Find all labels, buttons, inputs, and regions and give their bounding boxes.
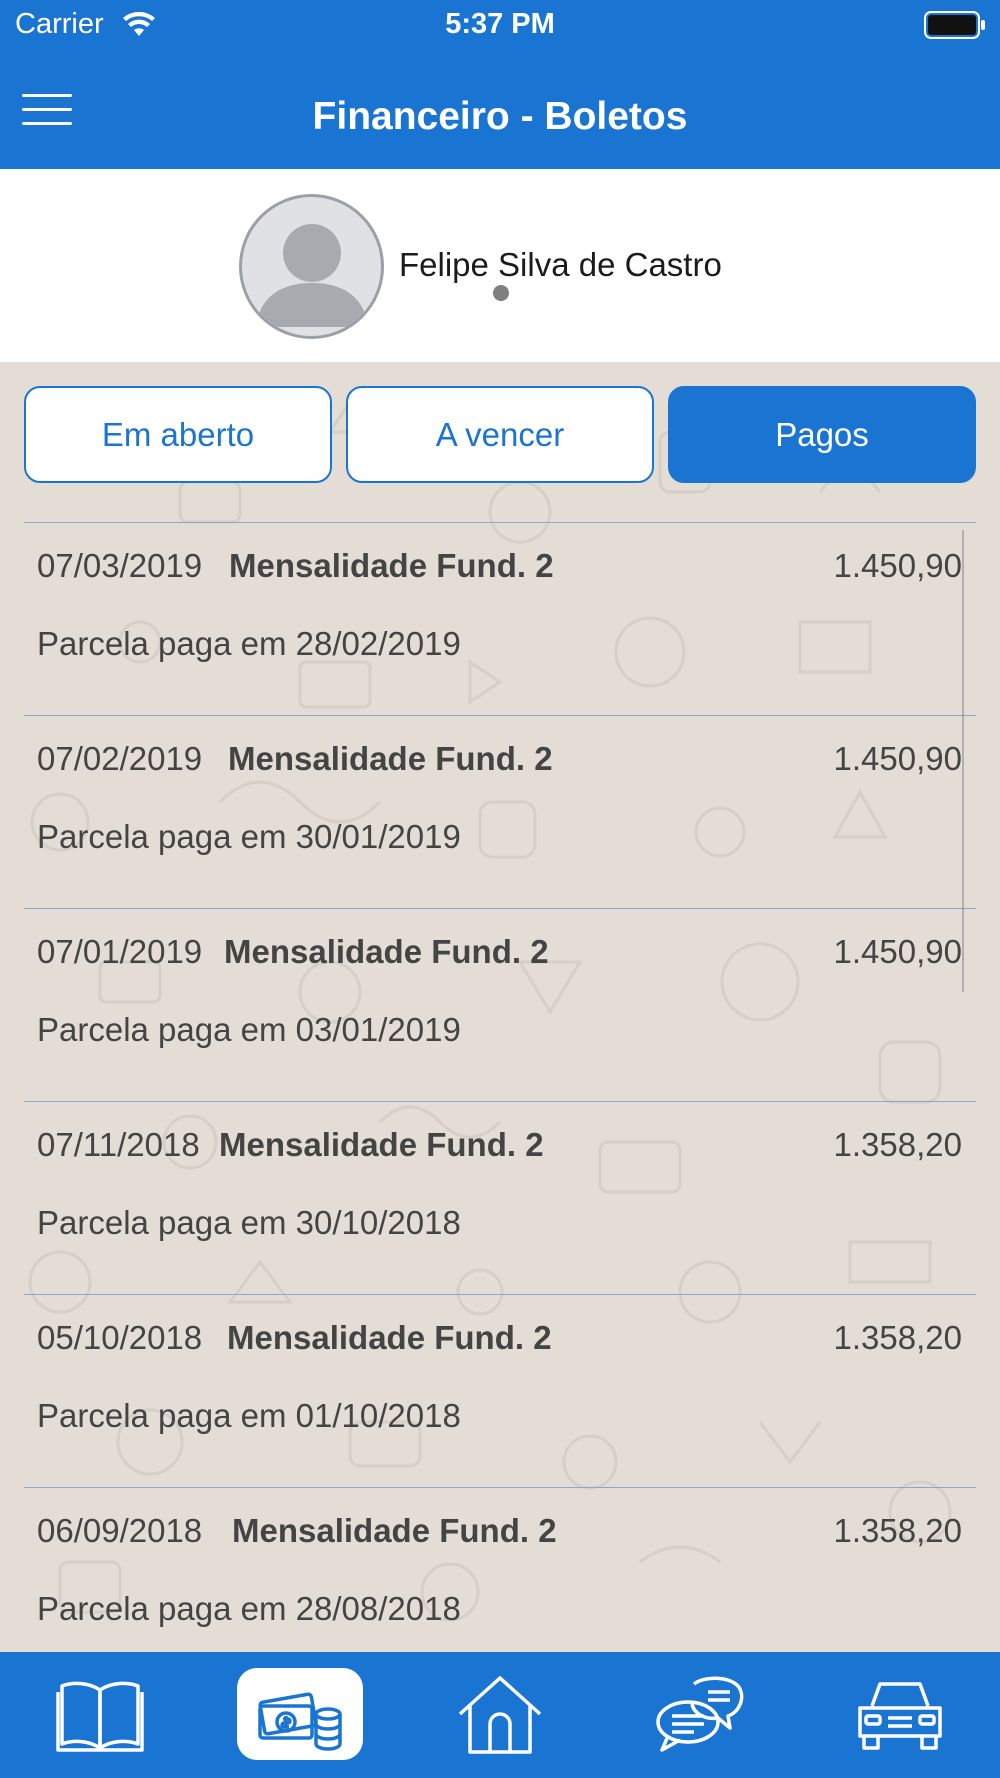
list-item[interactable]: 05/10/2018 Mensalidade Fund. 2 1.358,20 … [24, 1294, 976, 1487]
car-icon [858, 1682, 942, 1750]
item-date: 07/02/2019 [37, 740, 203, 777]
home-icon [458, 1676, 542, 1754]
item-status: Parcela paga em 01/10/2018 [37, 1397, 461, 1434]
item-description: Mensalidade Fund. 2 [229, 547, 554, 584]
item-status: Parcela paga em 30/01/2019 [37, 818, 461, 855]
boletos-list: 07/03/2019 Mensalidade Fund. 2 1.450,90 … [24, 522, 976, 1680]
item-date: 07/11/2018 [37, 1126, 200, 1163]
item-value: 1.450,90 [833, 740, 962, 777]
item-status: Parcela paga em 28/08/2018 [37, 1590, 461, 1627]
user-placeholder-icon [256, 224, 368, 327]
book-icon [56, 1681, 144, 1752]
item-description: Mensalidade Fund. 2 [227, 1319, 552, 1356]
tab-bar-chat[interactable] [637, 1668, 763, 1760]
tab-bar-money[interactable] [237, 1668, 363, 1760]
item-status: Parcela paga em 30/10/2018 [37, 1204, 461, 1241]
item-date: 06/09/2018 [37, 1512, 203, 1549]
item-value: 1.450,90 [833, 547, 962, 584]
tab-em-aberto[interactable]: Em aberto [24, 386, 332, 483]
money-icon [258, 1692, 342, 1751]
item-description: Mensalidade Fund. 2 [232, 1512, 557, 1549]
app-header: Carrier 5:37 PM Financeiro - Boletos [0, 0, 1000, 169]
item-description: Mensalidade Fund. 2 [219, 1126, 544, 1163]
item-date: 07/03/2019 [37, 547, 203, 584]
item-value: 1.358,20 [833, 1126, 962, 1163]
profile-card: Felipe Silva de Castro [0, 169, 1000, 362]
list-item[interactable]: 07/01/2019 Mensalidade Fund. 2 1.450,90 … [24, 908, 976, 1101]
tab-bar-car[interactable] [837, 1668, 963, 1760]
status-bar: Carrier 5:37 PM [0, 0, 1000, 50]
item-value: 1.358,20 [833, 1319, 962, 1356]
tab-a-vencer[interactable]: A vencer [346, 386, 654, 483]
item-status: Parcela paga em 03/01/2019 [37, 1011, 461, 1048]
item-date: 07/01/2019 [37, 933, 203, 970]
item-status: Parcela paga em 28/02/2019 [37, 625, 461, 662]
scroll-indicator[interactable] [962, 530, 964, 992]
bottom-tab-bar [0, 1652, 1000, 1778]
battery-icon [924, 11, 985, 39]
status-time: 5:37 PM [445, 8, 555, 40]
item-description: Mensalidade Fund. 2 [224, 933, 549, 970]
item-date: 05/10/2018 [37, 1319, 203, 1356]
page-title: Financeiro - Boletos [312, 95, 688, 138]
list-item[interactable]: 07/02/2019 Mensalidade Fund. 2 1.450,90 … [24, 715, 976, 908]
item-value: 1.450,90 [833, 933, 962, 970]
chat-icon [656, 1676, 744, 1752]
item-description: Mensalidade Fund. 2 [228, 740, 553, 777]
item-value: 1.358,20 [833, 1512, 962, 1549]
page-indicator-dot [493, 285, 509, 301]
user-name: Felipe Silva de Castro [399, 246, 722, 283]
list-item[interactable]: 07/03/2019 Mensalidade Fund. 2 1.450,90 … [24, 522, 976, 715]
avatar[interactable] [239, 194, 384, 339]
tab-bar-book[interactable] [37, 1668, 163, 1760]
list-item[interactable]: 07/11/2018 Mensalidade Fund. 2 1.358,20 … [24, 1101, 976, 1294]
tab-bar-home[interactable] [437, 1668, 563, 1760]
tab-pagos[interactable]: Pagos [668, 386, 976, 483]
